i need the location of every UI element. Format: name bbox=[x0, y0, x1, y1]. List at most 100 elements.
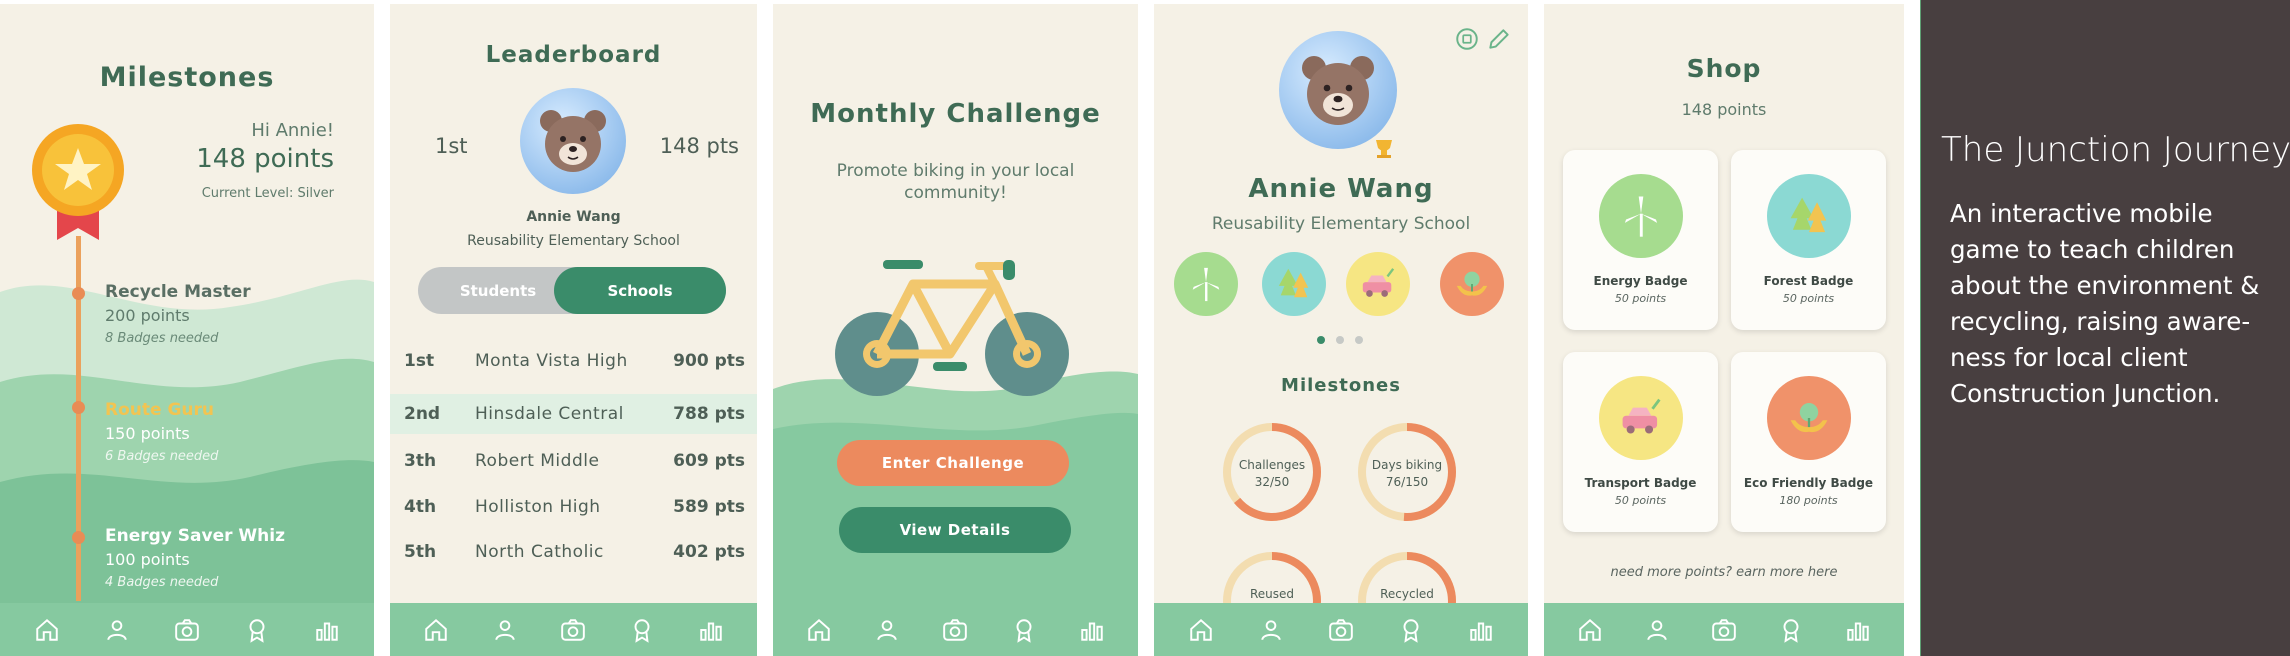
view-details-button[interactable]: View Details bbox=[839, 507, 1071, 553]
home-icon[interactable] bbox=[803, 614, 835, 646]
shop-item-transport[interactable]: Transport Badge 50 points bbox=[1563, 352, 1718, 532]
description-line: game to teach children bbox=[1950, 235, 2235, 264]
description-line: Construction Junction. bbox=[1950, 379, 2221, 408]
ring-label: Challenges bbox=[1238, 458, 1306, 472]
stats-icon[interactable] bbox=[695, 614, 727, 646]
ring-label: Reused bbox=[1249, 587, 1295, 601]
edit-icon[interactable] bbox=[1486, 26, 1512, 52]
car-icon bbox=[1599, 376, 1683, 460]
profile-icon[interactable] bbox=[1641, 614, 1673, 646]
page-title: Milestones bbox=[99, 62, 275, 93]
current-level: Current Level: Silver bbox=[201, 186, 334, 201]
profile-icon[interactable] bbox=[101, 614, 133, 646]
camera-icon[interactable] bbox=[557, 614, 589, 646]
row-points: 609 pts bbox=[673, 451, 745, 471]
milestone-dot bbox=[72, 531, 85, 544]
share-icon[interactable] bbox=[1454, 26, 1480, 52]
greeting: Hi Annie! bbox=[251, 120, 334, 141]
badge-icon[interactable] bbox=[626, 614, 658, 646]
wind-turbine-badge[interactable] bbox=[1174, 252, 1238, 316]
ring-label: Recycled bbox=[1380, 587, 1434, 601]
milestone-requirement: 4 Badges needed bbox=[105, 575, 219, 590]
table-row[interactable]: 5th North Catholic 402 pts bbox=[390, 532, 757, 572]
bottom-nav bbox=[1544, 603, 1904, 656]
row-rank: 4th bbox=[404, 497, 437, 517]
shop-item-forest[interactable]: Forest Badge 50 points bbox=[1731, 150, 1886, 330]
item-price: 180 points bbox=[1779, 494, 1838, 507]
profile-icon[interactable] bbox=[1255, 614, 1287, 646]
tree-icon bbox=[1278, 268, 1309, 298]
table-row[interactable]: 3th Robert Middle 609 pts bbox=[390, 441, 757, 481]
progress-ring bbox=[1358, 423, 1456, 521]
project-title: The Junction Journey bbox=[1941, 130, 2290, 170]
row-rank: 1st bbox=[404, 351, 435, 371]
description-line: An interactive mobile bbox=[1950, 199, 2213, 228]
carousel-dot[interactable] bbox=[1336, 336, 1344, 344]
milestones-screen: Milestones Hi Annie! 148 points Current … bbox=[0, 4, 374, 656]
home-icon[interactable] bbox=[1574, 614, 1606, 646]
forest-badge[interactable] bbox=[1262, 252, 1326, 316]
leaderboard-screen: Leaderboard 1st 148 pts Annie Wang Reusa… bbox=[390, 4, 757, 656]
user-name: Annie Wang bbox=[526, 209, 621, 225]
bottom-nav bbox=[773, 603, 1138, 656]
camera-icon[interactable] bbox=[1325, 614, 1357, 646]
item-name: Transport Badge bbox=[1584, 476, 1697, 490]
stats-icon[interactable] bbox=[311, 614, 343, 646]
milestone-points: 150 points bbox=[105, 424, 190, 443]
milestone-points: 100 points bbox=[105, 550, 190, 569]
home-icon[interactable] bbox=[1185, 614, 1217, 646]
milestones-heading: Milestones bbox=[1281, 375, 1401, 396]
challenges-ring: Challenges 32/50 bbox=[1220, 420, 1324, 524]
page-title: Shop bbox=[1686, 54, 1762, 83]
eco-hands-icon bbox=[1456, 271, 1488, 296]
shop-item-eco-friendly[interactable]: Eco Friendly Badge 180 points bbox=[1731, 352, 1886, 532]
points-total: 148 points bbox=[1681, 100, 1767, 119]
shop-item-energy[interactable]: Energy Badge 50 points bbox=[1563, 150, 1718, 330]
carousel-dot-active[interactable] bbox=[1317, 336, 1325, 344]
avatar bbox=[1279, 31, 1397, 158]
ring-value: 76/150 bbox=[1385, 475, 1429, 489]
table-row[interactable]: 4th Holliston High 589 pts bbox=[390, 487, 757, 527]
milestone-name: Route Guru bbox=[105, 400, 214, 420]
row-points: 788 pts bbox=[673, 404, 745, 424]
points-total: 148 points bbox=[196, 144, 334, 174]
milestone-name: Energy Saver Whiz bbox=[105, 526, 286, 546]
camera-icon[interactable] bbox=[1708, 614, 1740, 646]
profile-icon[interactable] bbox=[871, 614, 903, 646]
profile-icon[interactable] bbox=[489, 614, 521, 646]
table-row[interactable]: 1st Monta Vista High 900 pts bbox=[390, 341, 757, 381]
row-points: 402 pts bbox=[673, 542, 745, 562]
home-icon[interactable] bbox=[31, 614, 63, 646]
table-row[interactable]: 2nd Hinsdale Central 788 pts bbox=[390, 394, 757, 434]
home-icon[interactable] bbox=[420, 614, 452, 646]
school-name: Reusability Elementary School bbox=[467, 233, 680, 249]
badge-icon[interactable] bbox=[1775, 614, 1807, 646]
milestone-dot bbox=[72, 401, 85, 414]
row-school: Holliston High bbox=[475, 497, 601, 517]
badge-icon[interactable] bbox=[1008, 614, 1040, 646]
progress-ring bbox=[1223, 423, 1321, 521]
camera-icon[interactable] bbox=[171, 614, 203, 646]
milestone-name: Recycle Master bbox=[105, 282, 251, 302]
user-rank: 1st bbox=[435, 134, 468, 158]
stats-icon[interactable] bbox=[1842, 614, 1874, 646]
schools-tab[interactable]: Schools bbox=[554, 267, 726, 314]
transport-badge[interactable] bbox=[1346, 252, 1410, 316]
days-biking-ring: Days biking 76/150 bbox=[1355, 420, 1459, 524]
bicycle-icon bbox=[835, 260, 1069, 396]
row-school: Robert Middle bbox=[475, 451, 600, 471]
badge-icon[interactable] bbox=[241, 614, 273, 646]
milestone-requirement: 6 Badges needed bbox=[105, 449, 219, 464]
row-points: 589 pts bbox=[673, 497, 745, 517]
eco-hands-icon bbox=[1767, 376, 1851, 460]
camera-icon[interactable] bbox=[939, 614, 971, 646]
carousel-dot[interactable] bbox=[1355, 336, 1363, 344]
stats-icon[interactable] bbox=[1076, 614, 1108, 646]
badge-icon[interactable] bbox=[1395, 614, 1427, 646]
eco-badge[interactable] bbox=[1440, 252, 1504, 316]
stats-icon[interactable] bbox=[1465, 614, 1497, 646]
enter-challenge-button[interactable]: Enter Challenge bbox=[837, 440, 1069, 486]
earn-more-link[interactable]: need more points? earn more here bbox=[1544, 565, 1904, 580]
row-rank: 3th bbox=[404, 451, 437, 471]
page-title: Leaderboard bbox=[485, 42, 662, 68]
